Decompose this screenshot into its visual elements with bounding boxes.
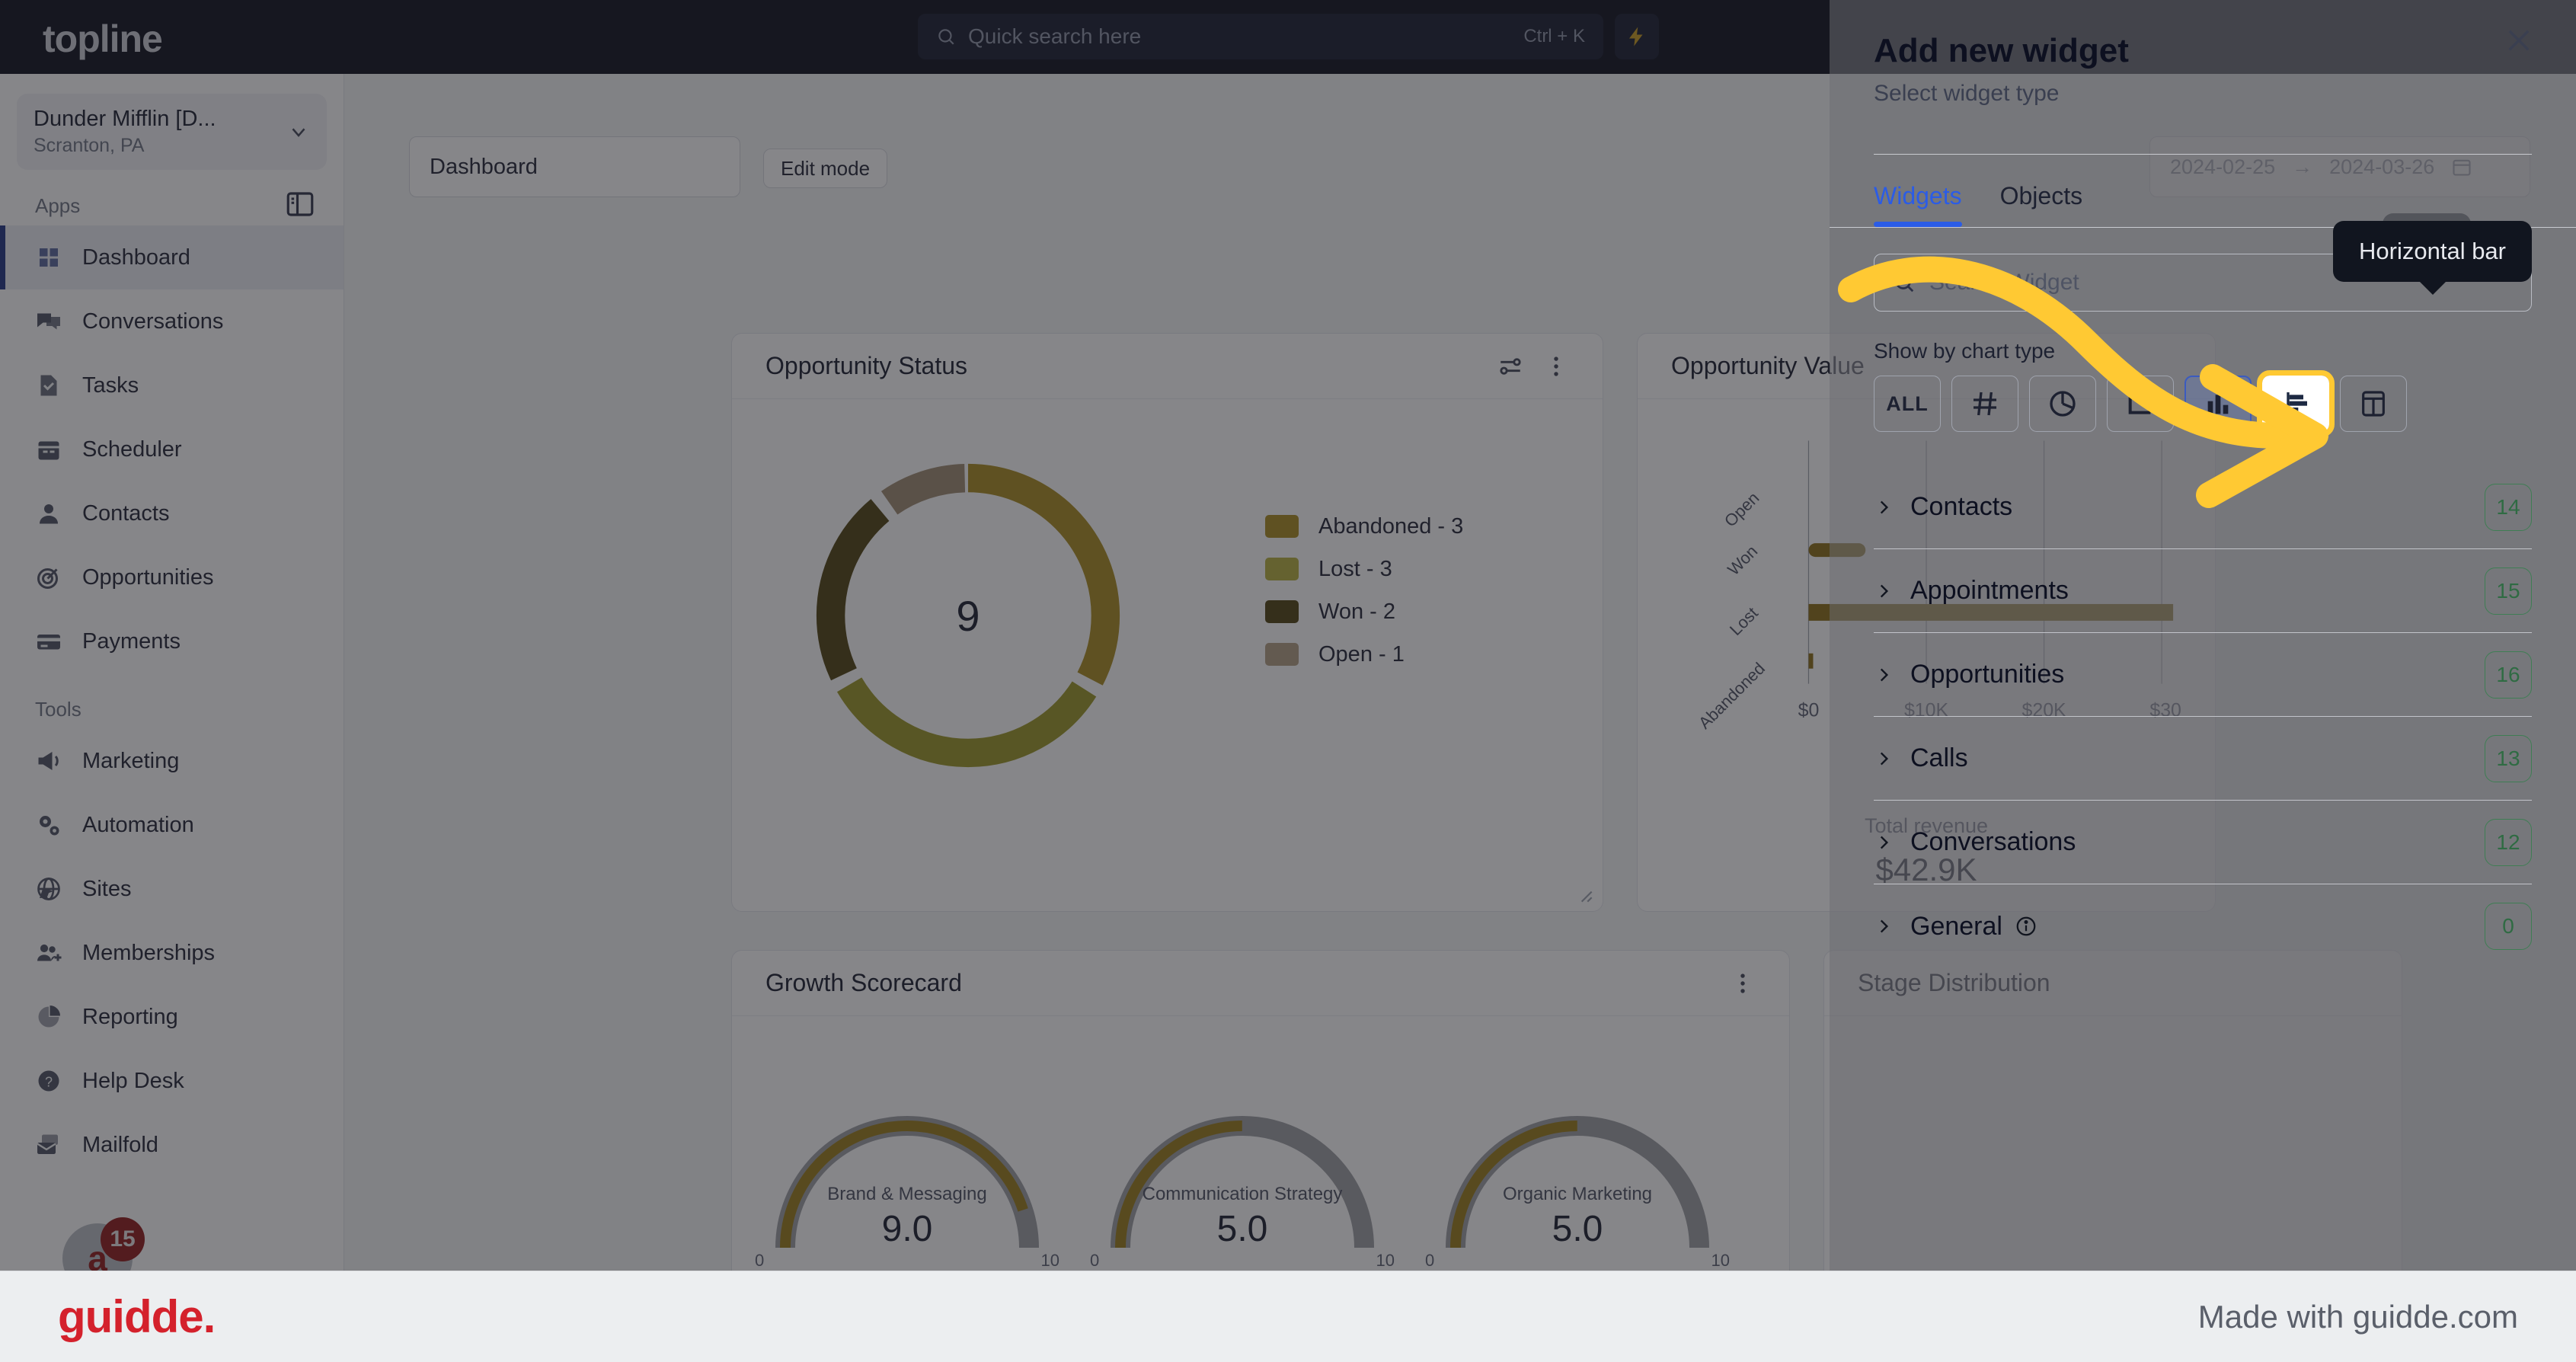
- chevron-right-icon: [1880, 836, 1889, 849]
- search-widget-placeholder: Search Widget: [1929, 270, 2079, 295]
- category-row-general[interactable]: General 0: [1874, 884, 2532, 968]
- horizontal-bar-icon: [2287, 392, 2307, 415]
- guidde-banner: guidde. Made with guidde.com: [0, 1271, 2576, 1362]
- tooltip-horizontal-bar: Horizontal bar: [2333, 221, 2532, 282]
- chevron-right-icon: [1880, 752, 1889, 765]
- category-label: General: [1910, 911, 2002, 941]
- info-icon[interactable]: [2015, 915, 2037, 938]
- chart-type-all-button[interactable]: ALL: [1874, 376, 1941, 432]
- category-label: Contacts: [1910, 492, 2013, 521]
- chart-type-table-button[interactable]: [2340, 376, 2407, 432]
- category-label: Calls: [1910, 743, 1968, 772]
- chevron-right-icon: [1880, 500, 1889, 513]
- chevron-right-icon: [1880, 919, 1889, 933]
- add-widget-panel: Add new widget Select widget type Widget…: [1830, 0, 2576, 1271]
- panel-divider: [1874, 154, 2532, 155]
- search-icon: [1895, 273, 1914, 293]
- category-count-badge: 16: [2485, 651, 2532, 699]
- chevron-right-icon: [1880, 668, 1889, 681]
- pie-chart-icon: [2050, 391, 2076, 417]
- bar-chart-icon: [2207, 395, 2229, 414]
- category-row-appointments[interactable]: Appointments 15: [1874, 549, 2532, 633]
- category-label: Conversations: [1910, 827, 2076, 856]
- category-label: Opportunities: [1910, 660, 2065, 689]
- app-root: topline Quick search here Ctrl + K Dunde…: [0, 0, 2576, 1362]
- category-row-contacts[interactable]: Contacts 14: [1874, 465, 2532, 549]
- close-icon[interactable]: [2503, 24, 2535, 56]
- chevron-right-icon: [1880, 584, 1889, 597]
- category-count-badge: 14: [2485, 483, 2532, 531]
- chart-type-label: Show by chart type: [1874, 339, 2056, 363]
- chart-type-pie-button[interactable]: [2029, 376, 2096, 432]
- category-count-badge: 15: [2485, 567, 2532, 615]
- panel-subtitle: Select widget type: [1874, 81, 2060, 106]
- category-count-badge: 12: [2485, 818, 2532, 866]
- hash-icon: [1974, 392, 1996, 416]
- chart-type-horizontal-bar-button[interactable]: [2257, 370, 2335, 437]
- category-row-conversations[interactable]: Conversations 12: [1874, 801, 2532, 884]
- chart-type-filter-row: ALL: [1830, 370, 2576, 437]
- panel-header: Add new widget Select widget type: [1830, 0, 2576, 155]
- tab-widgets[interactable]: Widgets: [1874, 182, 1962, 227]
- tab-objects[interactable]: Objects: [2000, 182, 2082, 227]
- chart-type-number-button[interactable]: [1951, 376, 2018, 432]
- guidde-logo: guidde.: [58, 1291, 216, 1342]
- widget-category-list: Contacts 14 Appointments 15 Opportunitie…: [1830, 465, 2576, 968]
- category-count-badge: 13: [2485, 734, 2532, 782]
- category-label: Appointments: [1910, 576, 2069, 605]
- chart-type-all-label: ALL: [1886, 392, 1929, 415]
- category-row-opportunities[interactable]: Opportunities 16: [1874, 633, 2532, 717]
- chart-type-bar-button[interactable]: [2184, 376, 2252, 432]
- table-icon: [2362, 391, 2385, 417]
- panel-title: Add new widget: [1874, 32, 2129, 69]
- category-count-badge: 0: [2485, 903, 2532, 950]
- chart-type-line-button[interactable]: [2107, 376, 2174, 432]
- line-chart-icon: [2128, 393, 2151, 414]
- category-row-calls[interactable]: Calls 13: [1874, 717, 2532, 801]
- guidde-credit: Made with guidde.com: [2197, 1298, 2518, 1335]
